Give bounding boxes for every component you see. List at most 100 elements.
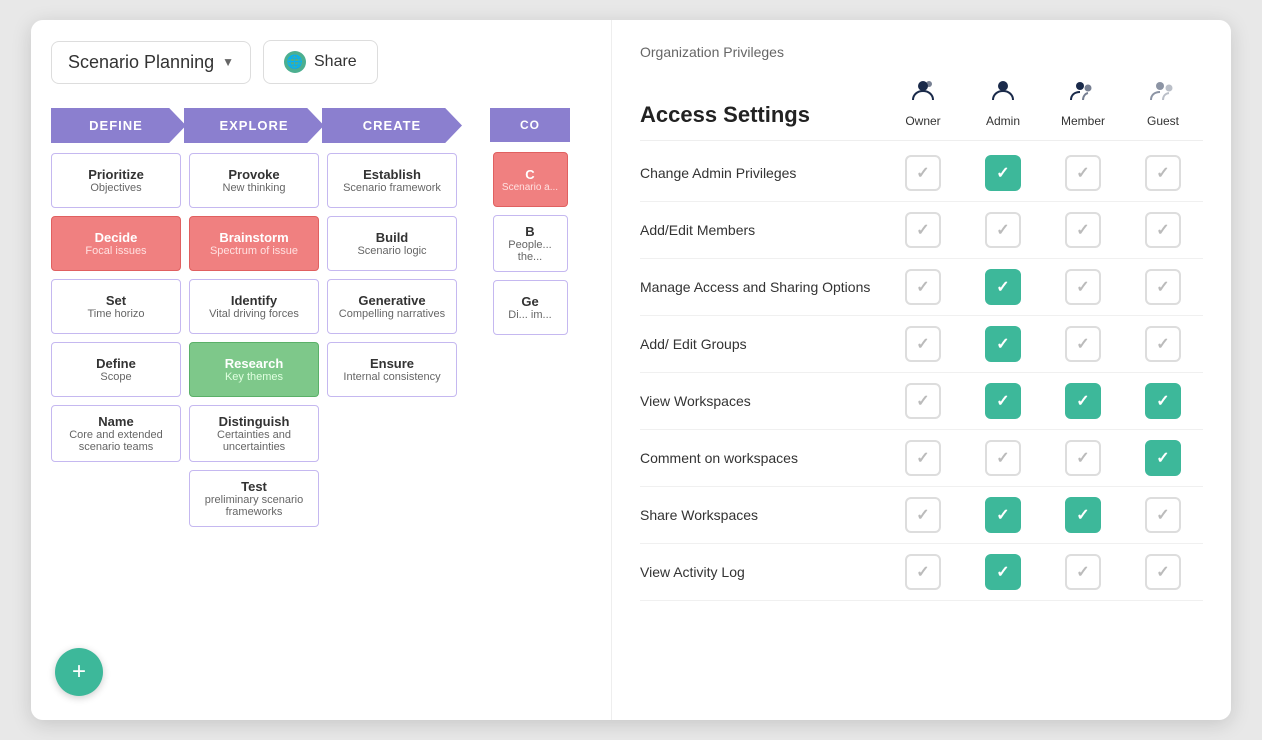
check-box[interactable]: ✓ <box>1065 497 1101 533</box>
check-box[interactable]: ✓ <box>985 554 1021 590</box>
share-button[interactable]: 🌐 Share <box>263 40 378 84</box>
check-box[interactable]: ✓ <box>1145 155 1181 191</box>
card-test: Test preliminary scenario frameworks <box>189 470 319 527</box>
admin-icon <box>989 76 1017 110</box>
permission-label: View Workspaces <box>640 393 883 409</box>
card-brainstorm: Brainstorm Spectrum of issue <box>189 216 319 271</box>
permission-label: Add/ Edit Groups <box>640 336 883 352</box>
role-col-owner: Owner <box>883 76 963 128</box>
permission-label: Manage Access and Sharing Options <box>640 279 883 295</box>
check-cell: ✓ <box>1123 383 1203 419</box>
check-cell: ✓ <box>883 554 963 590</box>
pipeline-cards-co: C Scenario a... B People... the... Ge Di… <box>493 152 568 335</box>
left-panel: Scenario Planning ▼ 🌐 Share DEFINE Prior… <box>31 20 611 720</box>
check-cell: ✓ <box>963 440 1043 476</box>
check-box[interactable]: ✓ <box>1065 554 1101 590</box>
pipeline-header-co: CO <box>490 108 570 142</box>
check-box[interactable]: ✓ <box>905 554 941 590</box>
check-cell: ✓ <box>883 383 963 419</box>
check-box[interactable]: ✓ <box>1065 383 1101 419</box>
check-box[interactable]: ✓ <box>985 383 1021 419</box>
access-settings-header: Access Settings Owner <box>640 76 1203 128</box>
check-cell: ✓ <box>1043 326 1123 362</box>
permission-row: View Workspaces ✓ ✓ ✓ ✓ <box>640 373 1203 430</box>
pipeline-header-define: DEFINE <box>51 108 186 143</box>
check-box[interactable]: ✓ <box>905 383 941 419</box>
member-label: Member <box>1061 114 1105 128</box>
check-cell: ✓ <box>1043 383 1123 419</box>
check-cell: ✓ <box>883 440 963 476</box>
check-box[interactable]: ✓ <box>985 269 1021 305</box>
card-co3: Ge Di... im... <box>493 280 568 335</box>
permission-label: Comment on workspaces <box>640 450 883 466</box>
check-box[interactable]: ✓ <box>1145 326 1181 362</box>
role-col-guest: Guest <box>1123 76 1203 128</box>
check-box[interactable]: ✓ <box>905 440 941 476</box>
card-co1: C Scenario a... <box>493 152 568 207</box>
pipeline-header-explore: EXPLORE <box>184 108 324 143</box>
owner-label: Owner <box>905 114 940 128</box>
guest-icon <box>1149 76 1177 110</box>
check-box[interactable]: ✓ <box>1065 212 1101 248</box>
card-research: Research Key themes <box>189 342 319 397</box>
permission-row: View Activity Log ✓ ✓ ✓ ✓ <box>640 544 1203 601</box>
org-privileges-title: Organization Privileges <box>640 44 1203 60</box>
pipeline-column-explore: EXPLORE Provoke New thinking Brainstorm … <box>189 108 319 527</box>
role-col-admin: Admin <box>963 76 1043 128</box>
check-box[interactable]: ✓ <box>1145 212 1181 248</box>
check-box[interactable]: ✓ <box>985 497 1021 533</box>
check-cell: ✓ <box>1043 212 1123 248</box>
check-cell: ✓ <box>963 383 1043 419</box>
permission-row: Change Admin Privileges ✓ ✓ ✓ ✓ <box>640 145 1203 202</box>
check-cell: ✓ <box>883 155 963 191</box>
check-box[interactable]: ✓ <box>985 440 1021 476</box>
card-ensure: Ensure Internal consistency <box>327 342 457 397</box>
check-box[interactable]: ✓ <box>905 497 941 533</box>
check-cell: ✓ <box>963 269 1043 305</box>
permissions-container: Change Admin Privileges✓✓✓✓Add/Edit Memb… <box>640 145 1203 601</box>
scenario-title: Scenario Planning <box>68 52 214 73</box>
check-box[interactable]: ✓ <box>1065 440 1101 476</box>
permission-label: View Activity Log <box>640 564 883 580</box>
check-box[interactable]: ✓ <box>905 326 941 362</box>
check-box[interactable]: ✓ <box>1145 497 1181 533</box>
permission-row: Manage Access and Sharing Options ✓ ✓ ✓ ✓ <box>640 259 1203 316</box>
check-cell: ✓ <box>1123 326 1203 362</box>
check-box[interactable]: ✓ <box>985 326 1021 362</box>
check-box[interactable]: ✓ <box>1065 269 1101 305</box>
right-panel: Organization Privileges Access Settings … <box>611 20 1231 720</box>
check-box[interactable]: ✓ <box>1145 440 1181 476</box>
check-box[interactable]: ✓ <box>985 155 1021 191</box>
check-cell: ✓ <box>883 212 963 248</box>
check-cell: ✓ <box>1043 440 1123 476</box>
check-box[interactable]: ✓ <box>1065 326 1101 362</box>
guest-label: Guest <box>1147 114 1179 128</box>
card-build: Build Scenario logic <box>327 216 457 271</box>
check-box[interactable]: ✓ <box>1145 383 1181 419</box>
check-box[interactable]: ✓ <box>905 155 941 191</box>
permission-row: Add/Edit Members✓✓✓✓ <box>640 202 1203 259</box>
pipeline-column-define: DEFINE Prioritize Objectives Decide Foca… <box>51 108 181 462</box>
fab-add-button[interactable]: + <box>55 648 103 696</box>
card-identify: Identify Vital driving forces <box>189 279 319 334</box>
top-bar: Scenario Planning ▼ 🌐 Share <box>51 40 591 84</box>
check-cell: ✓ <box>883 497 963 533</box>
globe-icon: 🌐 <box>284 51 306 73</box>
pipeline-column-co: CO C Scenario a... B People... the... Ge… <box>465 108 591 335</box>
card-distinguish: Distinguish Certainties and uncertaintie… <box>189 405 319 462</box>
check-box[interactable]: ✓ <box>905 269 941 305</box>
scenario-dropdown[interactable]: Scenario Planning ▼ <box>51 41 251 84</box>
pipeline-header-create: CREATE <box>322 108 462 143</box>
card-provoke: Provoke New thinking <box>189 153 319 208</box>
check-box[interactable]: ✓ <box>1145 269 1181 305</box>
permission-label: Change Admin Privileges <box>640 165 883 181</box>
pipeline-cards-create: Establish Scenario framework Build Scena… <box>327 153 457 397</box>
check-cell: ✓ <box>963 554 1043 590</box>
check-box[interactable]: ✓ <box>1145 554 1181 590</box>
check-box[interactable]: ✓ <box>905 212 941 248</box>
card-prioritize: Prioritize Objectives <box>51 153 181 208</box>
check-box[interactable]: ✓ <box>1065 155 1101 191</box>
check-box[interactable]: ✓ <box>985 212 1021 248</box>
permission-row: Add/ Edit Groups ✓ ✓ ✓ ✓ <box>640 316 1203 373</box>
check-cell: ✓ <box>1123 554 1203 590</box>
